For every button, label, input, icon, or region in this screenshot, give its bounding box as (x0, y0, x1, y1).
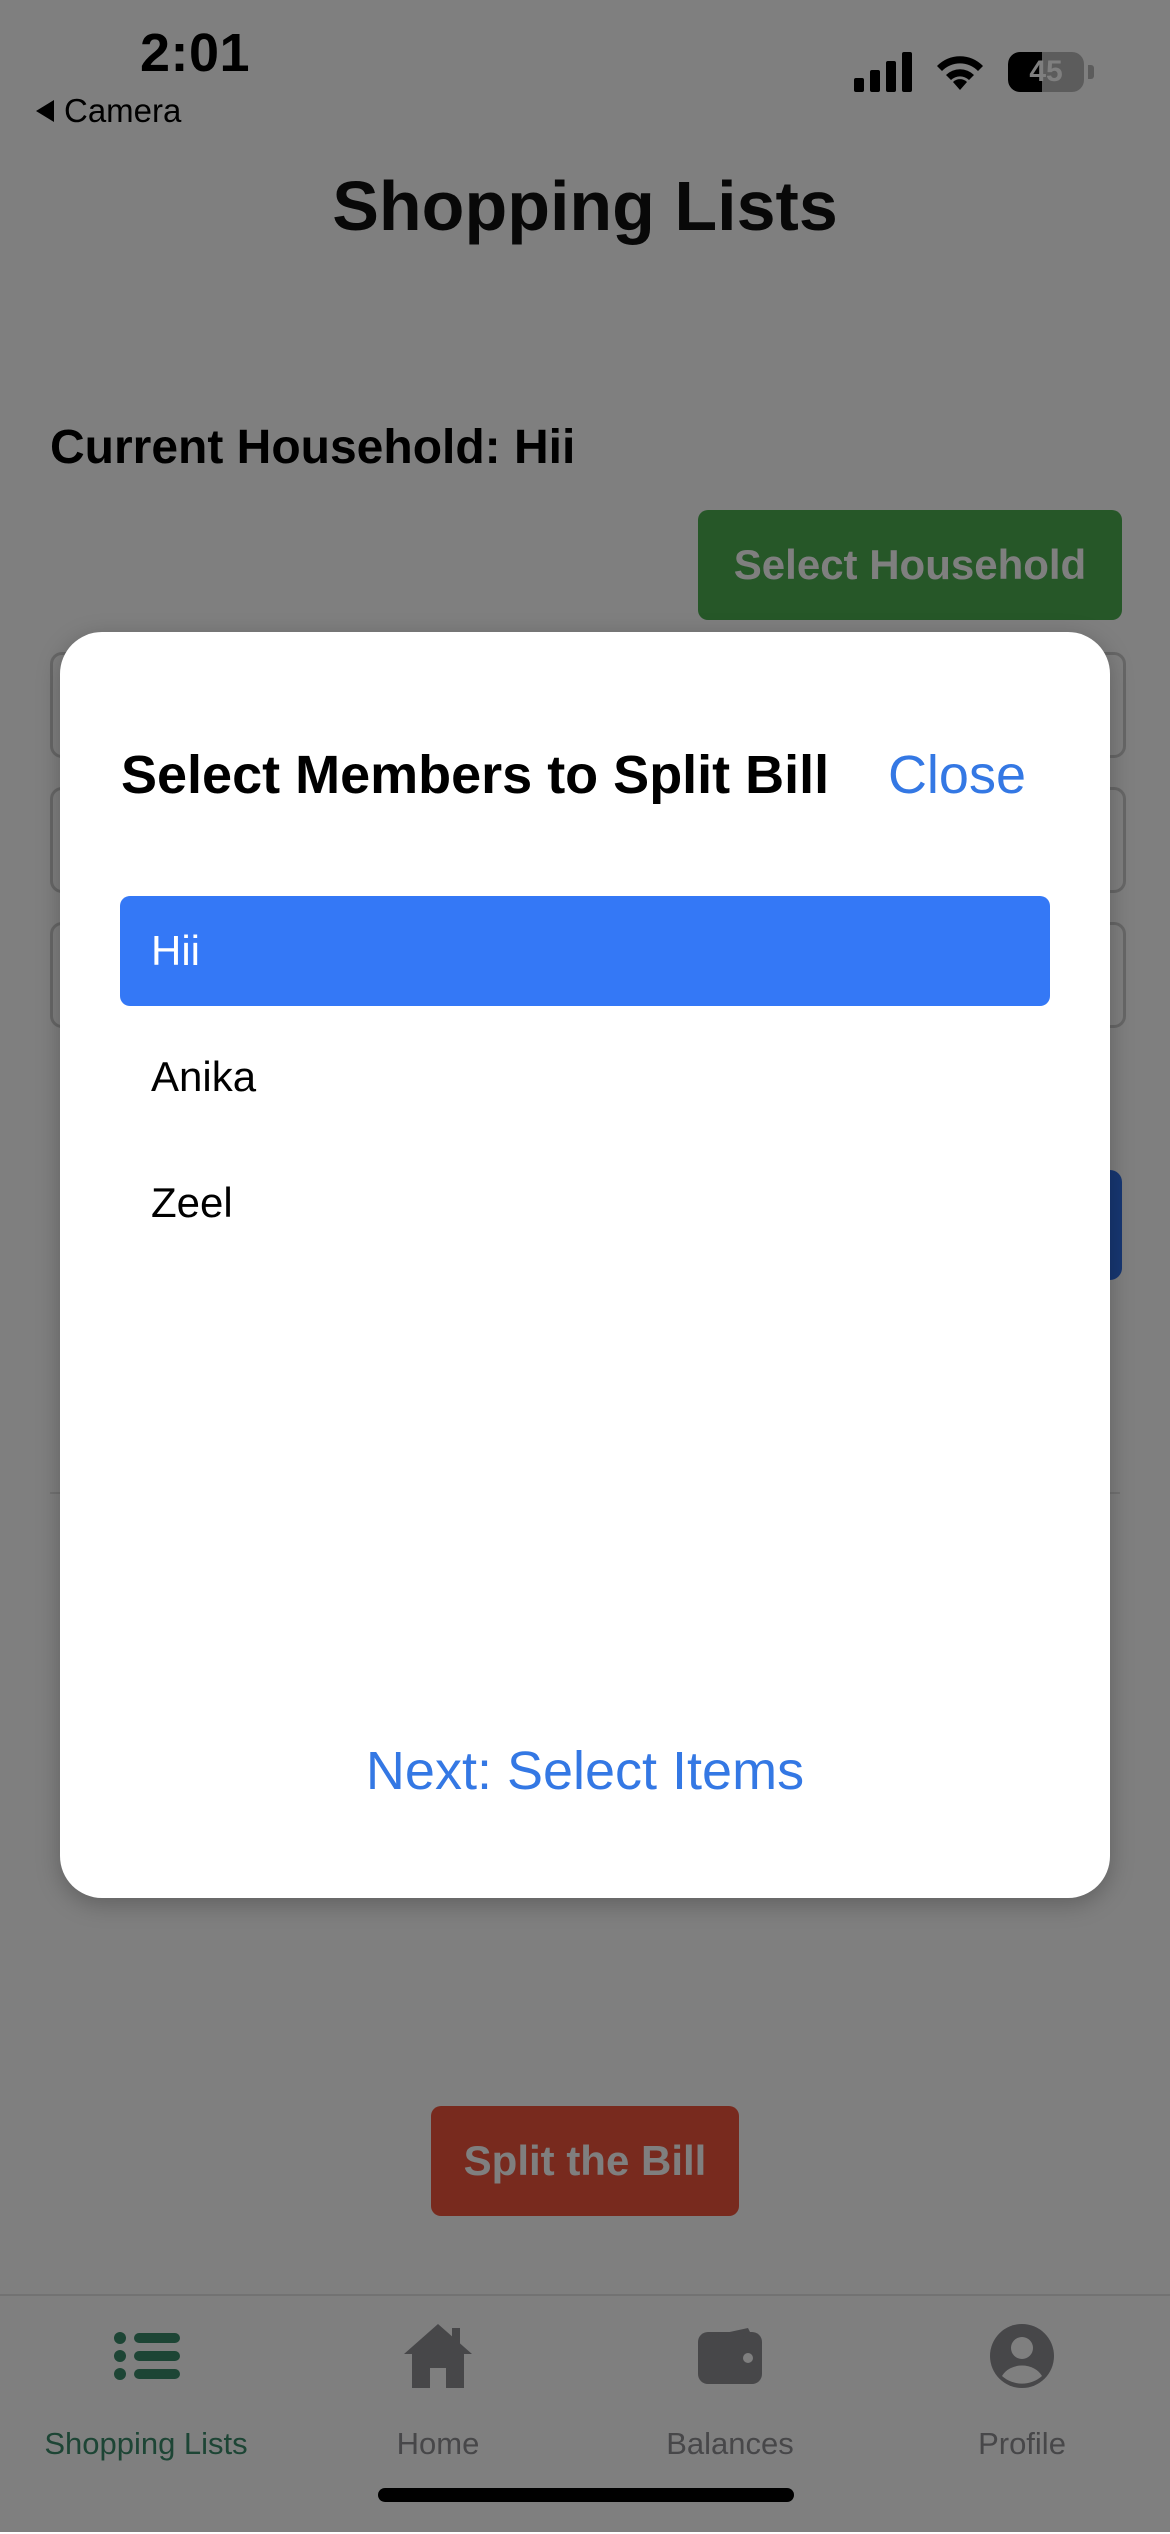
close-button[interactable]: Close (888, 744, 1026, 806)
modal-title: Select Members to Split Bill (121, 745, 830, 805)
member-list: Hii Anika Zeel (120, 896, 1050, 1274)
member-item-anika[interactable]: Anika (120, 1022, 1050, 1132)
member-item-hii[interactable]: Hii (120, 896, 1050, 1006)
next-select-items-button[interactable]: Next: Select Items (60, 1740, 1110, 1802)
app-screen: 2:01 Camera 45 Shopping Lists Current Ho… (0, 0, 1170, 2534)
member-item-zeel[interactable]: Zeel (120, 1148, 1050, 1258)
split-bill-modal: Select Members to Split Bill Close Hii A… (60, 632, 1110, 1898)
